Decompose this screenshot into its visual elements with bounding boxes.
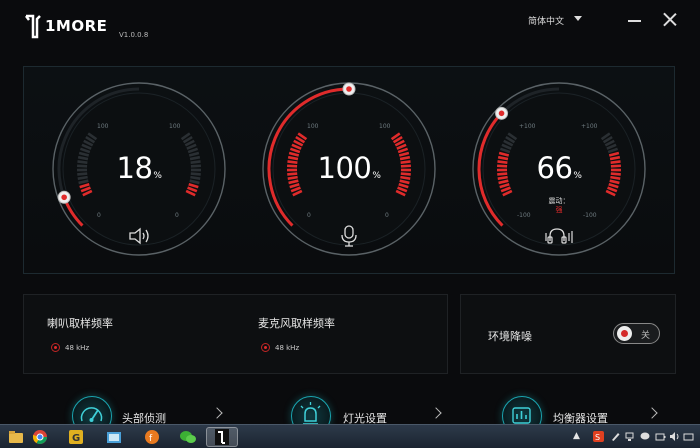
pen-icon[interactable] — [610, 431, 621, 442]
brand-logo: 1MORE — [24, 13, 107, 39]
taskbar-1more[interactable] — [206, 427, 238, 447]
scale-max-right: 100 — [379, 123, 391, 130]
taskbar-app-window[interactable] — [98, 427, 130, 447]
mic-sample-rate-title: 麦克风取样频率 — [258, 317, 335, 330]
taskbar-app-orange[interactable]: f — [136, 427, 168, 447]
anc-level-gauge[interactable]: +100 +100 -100 -100 66% 震动： 强 — [471, 81, 647, 257]
tray-overflow-icon[interactable]: ▲ — [573, 431, 580, 441]
scale-min-left: 0 — [307, 212, 311, 219]
taskbar-chrome[interactable] — [24, 427, 56, 447]
radio-selected-icon — [51, 343, 60, 352]
sample-rate-panel — [23, 294, 448, 374]
noise-cancel-title: 环境降噪 — [488, 330, 532, 343]
taskbar-app-g[interactable]: G — [60, 427, 92, 447]
1more-logo-icon — [25, 14, 41, 39]
os-taskbar: G f ▲ S — [0, 424, 700, 448]
microphone-volume-gauge[interactable]: 100 100 0 0 100% — [261, 81, 437, 257]
vibration-label: 震动： — [548, 197, 570, 205]
vibration-value: 强 — [555, 206, 563, 214]
keyboard-icon[interactable] — [683, 431, 694, 442]
svg-text:S: S — [595, 433, 600, 442]
speaker-sample-rate-option[interactable]: 48 kHz — [51, 343, 89, 352]
window-app-icon — [107, 432, 121, 443]
gauge-knob-center — [498, 110, 505, 117]
toggle-state-label: 关 — [641, 331, 651, 341]
chevron-right-icon — [211, 407, 223, 419]
volume-icon[interactable] — [669, 431, 680, 442]
scale-max-left: 100 — [97, 123, 109, 130]
g-app-icon: G — [69, 430, 83, 444]
scale-max-right: +100 — [581, 123, 598, 130]
speaker-volume-value: 18% — [116, 151, 162, 185]
toggle-knob — [617, 326, 632, 341]
scale-max-left: +100 — [519, 123, 536, 130]
chevron-right-icon — [430, 407, 442, 419]
speaker-sample-rate-title: 喇叭取样频率 — [47, 317, 113, 330]
radio-selected-icon — [261, 343, 270, 352]
speaker-sample-rate-value: 48 kHz — [65, 343, 90, 352]
language-selector[interactable]: 简体中文 — [528, 14, 564, 27]
noise-cancel-toggle[interactable]: 关 — [613, 323, 660, 344]
microphone-volume-value: 100% — [317, 151, 381, 185]
brand-name: 1MORE — [45, 17, 108, 35]
sogou-ime-icon[interactable]: S — [593, 431, 604, 442]
version-label: V1.0.0.8 — [119, 31, 149, 39]
chevron-down-icon[interactable] — [574, 16, 582, 21]
scale-min-right: 0 — [385, 212, 389, 219]
scale-max-left: 100 — [307, 123, 319, 130]
vibration-mode: 震动： 强 — [471, 197, 647, 215]
chevron-right-icon — [646, 407, 658, 419]
folder-icon — [9, 431, 23, 443]
mic-sample-rate-value: 48 kHz — [275, 343, 300, 352]
headphone-anc-icon — [545, 228, 573, 244]
gauge-knob-center — [346, 86, 352, 92]
svg-text:G: G — [72, 433, 80, 444]
speaker-icon — [129, 227, 149, 245]
scale-max-right: 100 — [169, 123, 181, 130]
1more-app-icon — [215, 429, 229, 445]
close-button[interactable] — [662, 12, 677, 27]
title-bar: 1MORE V1.0.0.8 简体中文 — [0, 0, 700, 46]
orange-app-icon: f — [145, 430, 159, 444]
chat-tray-icon[interactable] — [640, 431, 651, 442]
microphone-icon — [341, 225, 357, 247]
scale-min-left: 0 — [97, 212, 101, 219]
gauge-knob-center — [61, 194, 67, 201]
anc-level-value: 66% — [536, 151, 582, 185]
minimize-button[interactable] — [628, 13, 642, 27]
taskbar-wechat[interactable] — [172, 427, 204, 447]
power-icon[interactable] — [655, 431, 666, 442]
speaker-volume-gauge[interactable]: 100 100 0 0 18% — [51, 81, 227, 257]
network-icon[interactable] — [624, 431, 635, 442]
wechat-icon — [180, 431, 196, 443]
chrome-icon — [33, 430, 47, 444]
mic-sample-rate-option[interactable]: 48 kHz — [261, 343, 299, 352]
scale-min-right: 0 — [175, 212, 179, 219]
